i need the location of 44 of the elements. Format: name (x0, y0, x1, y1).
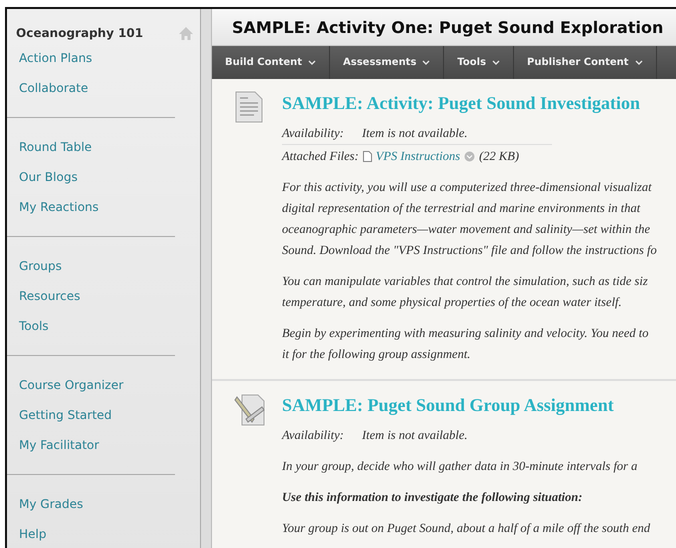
sidebar-link[interactable]: Our Blogs (7, 162, 200, 192)
item-title-link[interactable]: SAMPLE: Activity: Puget Sound Investigation (282, 93, 676, 114)
options-icon[interactable] (464, 150, 476, 162)
sidebar-link[interactable]: Getting Started (7, 400, 200, 430)
sidebar-link[interactable]: Resources (7, 281, 200, 311)
menu-button[interactable]: Tools (444, 46, 514, 79)
file-link[interactable]: VPS Instructions (376, 148, 460, 164)
availability-label: Availability: (282, 428, 345, 442)
assignment-icon (234, 393, 266, 427)
file-icon (362, 150, 372, 162)
item-title-link[interactable]: SAMPLE: Puget Sound Group Assignment (282, 395, 676, 416)
sidebar-link[interactable]: Round Table (7, 132, 200, 162)
page-title: SAMPLE: Activity One: Puget Sound Exploration (232, 18, 664, 37)
caret-icon (422, 60, 430, 66)
sidebar-link[interactable]: Course Organizer (7, 370, 200, 400)
attached-files-label: Attached Files: (282, 148, 359, 164)
sidebar-link[interactable]: Action Plans (7, 43, 200, 73)
sidebar-link[interactable]: Groups (7, 251, 200, 281)
sidebar-link[interactable]: Tools (7, 311, 200, 341)
paragraph: In your group, decide who will gather data in 30-minute intervals for a (282, 458, 638, 475)
paragraph: You can manipulate variables that control the simulation, such as tide siz temperature, and some physical properties of the ocean water itself. (282, 273, 649, 311)
availability-value: Item is not available. (362, 126, 468, 140)
availability-value: Item is not available. (362, 428, 468, 442)
sidebar-link[interactable]: My Facilitator (7, 430, 200, 460)
sidebar-link[interactable]: Collaborate (7, 73, 200, 103)
menu-button[interactable]: Assessments (330, 46, 444, 79)
file-size: (22 KB) (479, 148, 520, 164)
home-icon[interactable] (178, 26, 194, 40)
sidebar-link[interactable]: Help (7, 519, 200, 548)
availability-label: Availability: (282, 126, 345, 140)
paragraph: For this activity, you will use a computerized three-dimensional visualizat digital representation of the terrestrial and marine environments in that oceanographic parameters—water movement and salinity—set within the Sound. Download the "VPS Instructions" file and follow the instructions fo (282, 179, 658, 259)
menu-button[interactable]: Build Content (212, 46, 330, 79)
sidebar-splitter[interactable] (200, 9, 212, 548)
caret-icon (634, 60, 643, 66)
course-title: Oceanography 101 (16, 26, 144, 40)
paragraph: Begin by experimenting with measuring salinity and velocity. You need to it for the following group assignment. (282, 325, 650, 363)
paragraph: Your group is out on Puget Sound, about a half of a mile off the south end (282, 520, 652, 537)
menu-button[interactable]: Publisher Content (514, 46, 657, 79)
caret-icon (492, 60, 500, 66)
paragraph: Use this information to investigate the following situation: (282, 489, 584, 506)
sidebar-link[interactable]: My Grades (7, 489, 200, 519)
sidebar-link[interactable]: My Reactions (7, 192, 200, 222)
document-icon (234, 91, 264, 123)
caret-icon (308, 60, 316, 66)
